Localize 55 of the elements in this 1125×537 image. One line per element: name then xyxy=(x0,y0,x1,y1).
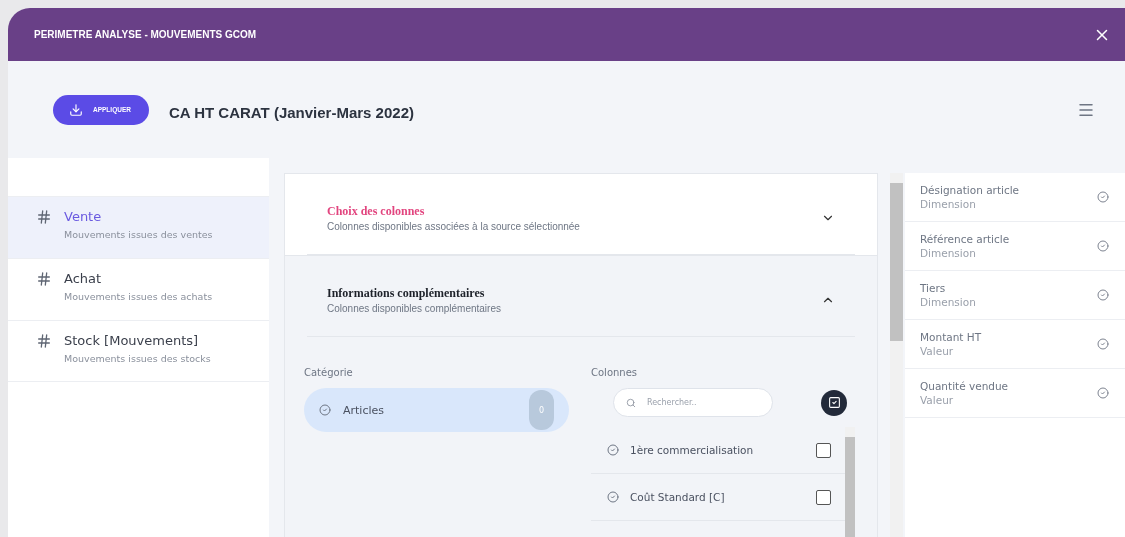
selected-column-row[interactable]: Montant HT Valeur xyxy=(905,320,1125,369)
column-name: 1ère commercialisation xyxy=(630,444,755,456)
checkbox-icon xyxy=(827,396,841,409)
column-type: Valeur xyxy=(920,345,955,357)
source-description: Mouvements issues des achats xyxy=(64,291,213,302)
source-item[interactable]: Vente Mouvements issues des ventes xyxy=(8,196,269,258)
category-name: Articles xyxy=(343,403,386,417)
column-name: Quantité vendue xyxy=(920,380,1009,392)
column-type: Dimension xyxy=(920,198,977,210)
source-item[interactable]: Stock [Mouvements] Mouvements issues des stocks xyxy=(8,320,269,382)
check-circle-icon xyxy=(1097,191,1109,203)
search-icon xyxy=(626,398,636,408)
column-type: Dimension xyxy=(920,247,977,259)
selected-column-row[interactable]: Référence article Dimension xyxy=(905,222,1125,271)
hash-icon xyxy=(36,333,52,349)
search-field[interactable]: Rechercher.. xyxy=(613,388,773,417)
column-type: Dimension xyxy=(920,296,976,308)
selected-column-row[interactable]: Désignation article Dimension xyxy=(905,173,1125,222)
check-circle-icon xyxy=(1097,338,1109,350)
check-circle-icon xyxy=(319,404,331,416)
column-name: Tiers xyxy=(920,282,947,294)
select-all-button[interactable] xyxy=(821,389,847,416)
check-circle-icon xyxy=(1097,387,1109,399)
section-subtitle: Colonnes disponibles associées à la source sélectionnée xyxy=(327,221,580,232)
check-circle-icon xyxy=(1097,289,1109,301)
window-title: PERIMETRE ANALYSE - MOUVEMENTS GCOM xyxy=(34,29,257,40)
download-icon xyxy=(69,102,83,117)
report-title: CA HT CARAT (Janvier-Mars 2022) xyxy=(168,104,415,121)
column-name: Désignation article xyxy=(920,184,1020,196)
column-name: Référence article xyxy=(920,233,1010,245)
source-description: Mouvements issues des stocks xyxy=(64,353,211,364)
category-label: Catégorie xyxy=(304,367,354,378)
section-title[interactable]: Choix des colonnes xyxy=(327,204,580,219)
columns-label: Colonnes xyxy=(591,367,639,378)
source-name: Vente xyxy=(64,209,103,224)
hash-icon xyxy=(36,209,52,225)
selected-column-row[interactable]: Quantité vendue Valeur xyxy=(905,369,1125,418)
source-name: Achat xyxy=(64,271,103,286)
scrollbar[interactable] xyxy=(890,173,903,537)
count-badge: 0 xyxy=(529,390,554,430)
checkbox[interactable] xyxy=(816,442,831,458)
selected-column-row[interactable]: Tiers Dimension xyxy=(905,271,1125,320)
column-name: Montant HT xyxy=(920,331,982,343)
hash-icon xyxy=(36,271,52,287)
source-name: Stock [Mouvements] xyxy=(64,333,200,348)
check-circle-icon xyxy=(607,444,619,456)
source-description: Mouvements issues des ventes xyxy=(64,229,213,240)
check-circle-icon xyxy=(1097,240,1109,252)
column-type: Valeur xyxy=(920,394,955,406)
column-name: Coût Standard [C] xyxy=(630,491,726,503)
checkbox[interactable] xyxy=(816,489,831,505)
check-circle-icon xyxy=(607,491,619,503)
section-title[interactable]: Informations complémentaires xyxy=(327,286,501,301)
category-item[interactable]: Articles 0 xyxy=(304,388,569,432)
section-subtitle: Colonnes disponibles complémentaires xyxy=(327,303,501,314)
